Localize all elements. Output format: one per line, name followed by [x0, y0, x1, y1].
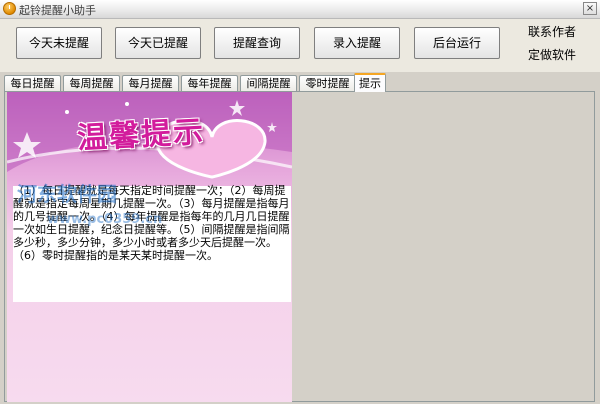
title-bar: 起铃提醒小助手 ×: [0, 0, 600, 19]
close-button[interactable]: ×: [583, 2, 597, 15]
custom-software-link[interactable]: 定做软件: [528, 46, 576, 63]
watermark-url: www.pc0359.cn: [47, 212, 163, 227]
window-title: 起铃提醒小助手: [19, 4, 96, 17]
tab-daily[interactable]: 每日提醒: [4, 75, 61, 91]
tab-tips[interactable]: 提示: [354, 73, 386, 92]
app-clock-icon: [3, 2, 16, 15]
run-background-button[interactable]: 后台运行: [414, 27, 500, 59]
reminder-query-button[interactable]: 提醒查询: [214, 27, 300, 59]
tab-interval[interactable]: 间隔提醒: [240, 75, 297, 91]
toolbar: 今天未提醒 今天已提醒 提醒查询 录入提醒 后台运行 联系作者 定做软件: [0, 19, 600, 72]
tab-yearly[interactable]: 每年提醒: [181, 75, 238, 91]
tab-monthly[interactable]: 每月提醒: [122, 75, 179, 91]
tab-onetime[interactable]: 零时提醒: [299, 75, 356, 91]
tab-strip: 每日提醒 每周提醒 每月提醒 每年提醒 间隔提醒 零时提醒 提示: [4, 73, 598, 92]
contact-author-link[interactable]: 联系作者: [528, 23, 576, 40]
watermark-logo: 河东软件园: [17, 182, 117, 206]
tab-weekly[interactable]: 每周提醒: [63, 75, 120, 91]
add-reminder-button[interactable]: 录入提醒: [314, 27, 400, 59]
banner-title: 温馨提示: [76, 114, 207, 157]
tips-content: 温馨提示 （1）每日提醒就是每天指定时间提醒一次；（2）每周提醒就是指定每周星期…: [7, 92, 292, 402]
today-unreminded-button[interactable]: 今天未提醒: [16, 27, 102, 59]
today-reminded-button[interactable]: 今天已提醒: [115, 27, 201, 59]
